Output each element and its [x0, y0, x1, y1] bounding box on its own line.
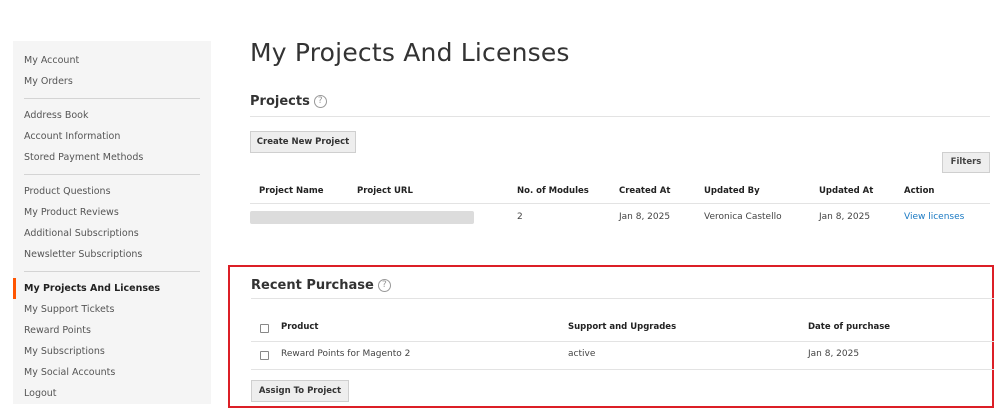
- purchase-date: Jan 8, 2025: [808, 349, 860, 359]
- section-divider: [251, 298, 994, 299]
- project-created-at: Jan 8, 2025: [619, 212, 671, 222]
- column-header-modules: No. of Modules: [517, 186, 589, 196]
- sidebar-item-support-tickets[interactable]: My Support Tickets: [13, 299, 211, 320]
- sidebar-item-projects-and-licenses[interactable]: My Projects And Licenses: [13, 278, 211, 299]
- filters-button[interactable]: Filters: [942, 152, 990, 173]
- project-modules-count: 2: [517, 212, 523, 222]
- table-header-divider: [250, 203, 990, 204]
- redacted-project-name-url: [250, 211, 474, 224]
- select-all-checkbox[interactable]: [260, 324, 269, 333]
- column-header-support-upgrades: Support and Upgrades: [568, 322, 677, 332]
- project-updated-by: Veronica Castello: [704, 212, 782, 222]
- row-divider: [251, 369, 994, 370]
- sidebar-divider: [24, 174, 200, 175]
- section-divider: [250, 116, 990, 117]
- account-sidebar: My Account My Orders Address Book Accoun…: [13, 41, 211, 404]
- projects-section-title: Projects ?: [250, 94, 327, 109]
- column-header-project-url: Project URL: [357, 186, 413, 196]
- sidebar-item-my-subscriptions[interactable]: My Subscriptions: [13, 341, 211, 362]
- purchase-support-status: active: [568, 349, 596, 359]
- column-header-updated-at: Updated At: [819, 186, 874, 196]
- sidebar-divider: [24, 271, 200, 272]
- sidebar-item-stored-payment-methods[interactable]: Stored Payment Methods: [13, 147, 211, 168]
- column-header-action: Action: [904, 186, 935, 196]
- sidebar-item-logout[interactable]: Logout: [13, 383, 211, 404]
- sidebar-item-address-book[interactable]: Address Book: [13, 105, 211, 126]
- column-header-created-at: Created At: [619, 186, 671, 196]
- sidebar-item-social-accounts[interactable]: My Social Accounts: [13, 362, 211, 383]
- view-licenses-link[interactable]: View licenses: [904, 212, 964, 222]
- sidebar-item-my-orders[interactable]: My Orders: [13, 71, 211, 92]
- purchase-product-name: Reward Points for Magento 2: [281, 349, 411, 359]
- sidebar-item-product-reviews[interactable]: My Product Reviews: [13, 202, 211, 223]
- sidebar-item-account-information[interactable]: Account Information: [13, 126, 211, 147]
- sidebar-item-product-questions[interactable]: Product Questions: [13, 181, 211, 202]
- assign-to-project-button[interactable]: Assign To Project: [251, 380, 349, 402]
- help-icon[interactable]: ?: [377, 279, 391, 292]
- sidebar-divider: [24, 98, 200, 99]
- sidebar-item-additional-subscriptions[interactable]: Additional Subscriptions: [13, 223, 211, 244]
- projects-title-text: Projects: [250, 94, 310, 109]
- column-header-date-of-purchase: Date of purchase: [808, 322, 891, 332]
- page-title: My Projects And Licenses: [250, 38, 570, 67]
- recent-purchase-panel: Recent Purchase ? Product Support and Up…: [228, 265, 994, 408]
- column-header-product: Product: [281, 322, 319, 332]
- recent-purchase-title: Recent Purchase ?: [251, 278, 391, 293]
- row-checkbox[interactable]: [260, 351, 269, 360]
- sidebar-item-newsletter-subscriptions[interactable]: Newsletter Subscriptions: [13, 244, 211, 265]
- recent-purchase-title-text: Recent Purchase: [251, 278, 374, 293]
- help-icon[interactable]: ?: [313, 95, 327, 108]
- sidebar-item-my-account[interactable]: My Account: [13, 50, 211, 71]
- sidebar-item-reward-points[interactable]: Reward Points: [13, 320, 211, 341]
- column-header-project-name: Project Name: [259, 186, 324, 196]
- project-updated-at: Jan 8, 2025: [819, 212, 871, 222]
- table-header-divider: [251, 341, 994, 342]
- column-header-updated-by: Updated By: [704, 186, 760, 196]
- create-new-project-button[interactable]: Create New Project: [250, 131, 356, 153]
